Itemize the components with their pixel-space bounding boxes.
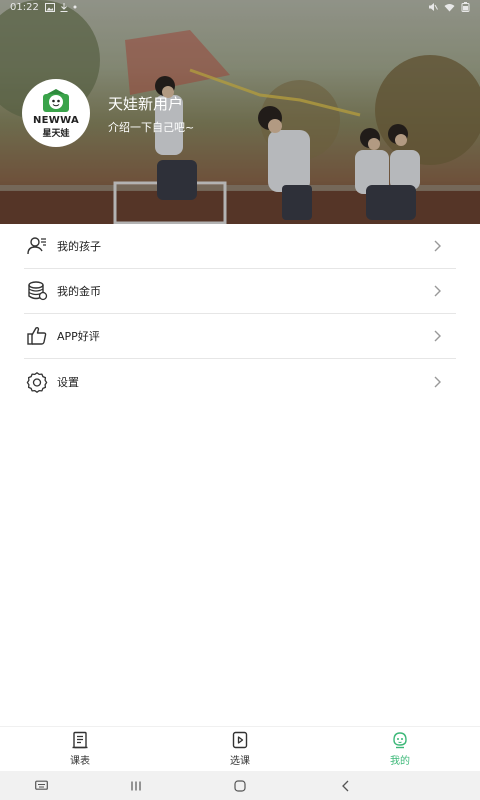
keyboard-switch-button[interactable]: [35, 780, 48, 791]
play-course-icon: [232, 731, 248, 749]
avatar-logo-text-cn: 星天娃: [42, 128, 70, 139]
menu-item-my-coins[interactable]: 我的金币: [24, 269, 456, 314]
gear-icon: [26, 371, 48, 393]
profile-bio[interactable]: 介绍一下自己吧~: [108, 119, 194, 135]
chevron-right-icon: [434, 285, 441, 297]
recent-apps-button[interactable]: [131, 780, 141, 791]
download-notification-icon: [60, 2, 68, 12]
battery-icon: [461, 2, 470, 12]
status-time: 01:22: [10, 1, 39, 13]
menu-item-settings[interactable]: 设置: [24, 359, 456, 404]
recent-apps-icon: [131, 781, 141, 790]
schedule-icon: [72, 731, 88, 749]
gallery-notification-icon: [44, 2, 55, 12]
menu-item-label: 设置: [57, 375, 79, 389]
tab-schedule[interactable]: 课表: [0, 727, 160, 771]
home-icon: [234, 779, 246, 792]
thumbs-up-icon: [26, 325, 48, 347]
back-button[interactable]: [341, 780, 350, 792]
tab-mine[interactable]: 我的: [320, 727, 480, 771]
chevron-right-icon: [434, 330, 441, 342]
avatar[interactable]: NEWWA 星天娃: [22, 79, 90, 147]
back-icon: [342, 780, 349, 791]
menu-item-label: APP好评: [57, 330, 100, 343]
coins-icon: [26, 280, 48, 302]
keyboard-icon: [35, 780, 48, 790]
profile-menu: 我的孩子 我的金币 APP好评 设置: [0, 224, 480, 404]
bottom-tab-bar: 课表 选课 我的: [0, 726, 480, 771]
menu-item-app-review[interactable]: APP好评: [24, 314, 456, 359]
chevron-right-icon: [434, 240, 441, 252]
profile-name[interactable]: 天娃新用户: [108, 93, 183, 114]
system-nav-bar: [0, 771, 480, 800]
menu-item-my-children[interactable]: 我的孩子: [24, 224, 456, 269]
profile-banner: 01:22 NEWWA 星天娃 天娃新用户 介绍一下自己吧~: [0, 0, 480, 224]
mute-icon: [429, 3, 438, 11]
home-button[interactable]: [234, 779, 246, 792]
child-user-icon: [26, 235, 48, 257]
tab-label: 选课: [230, 756, 250, 767]
app-root: 01:22 NEWWA 星天娃 天娃新用户 介绍一下自己吧~ 我的孩子 我的金币…: [0, 0, 480, 800]
menu-item-label: 我的孩子: [57, 240, 101, 253]
tab-label: 课表: [70, 756, 90, 767]
newwa-logo-icon: [43, 88, 69, 112]
avatar-logo-text-en: NEWWA: [32, 114, 80, 126]
tab-select-course[interactable]: 选课: [160, 727, 320, 771]
dot-notification-icon: [73, 5, 77, 9]
tab-label: 我的: [390, 756, 410, 767]
menu-item-label: 我的金币: [57, 285, 101, 298]
status-bar: 01:22: [0, 0, 480, 14]
profile-face-icon: [393, 732, 407, 749]
wifi-icon: [444, 3, 455, 11]
chevron-right-icon: [434, 376, 441, 387]
